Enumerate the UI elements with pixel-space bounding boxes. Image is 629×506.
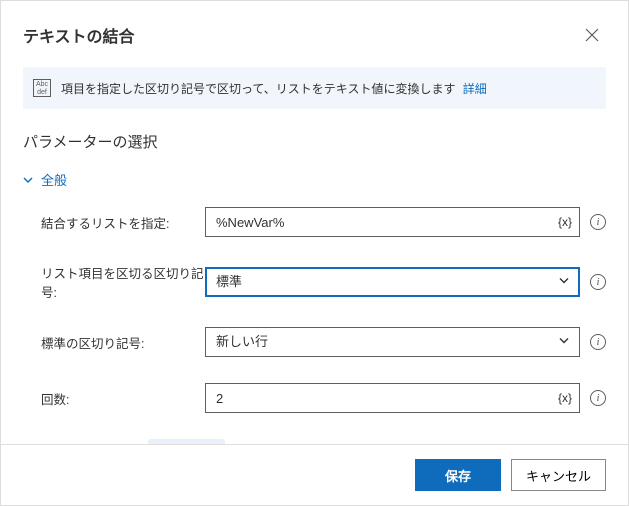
dialog-footer: 保存 キャンセル [1, 444, 628, 505]
help-icon[interactable]: i [590, 334, 606, 350]
general-label: 全般 [41, 170, 67, 189]
count-label: 回数: [41, 389, 205, 408]
general-section-toggle[interactable]: 全般 [23, 170, 606, 189]
dialog-title: テキストの結合 [23, 23, 135, 47]
list-to-join-input[interactable] [205, 207, 580, 237]
info-text: 項目を指定した区切り記号で区切って、リストをテキスト値に変換します 詳細 [61, 80, 487, 97]
count-input[interactable] [205, 383, 580, 413]
delimiter-type-select[interactable]: 標準 [205, 267, 580, 297]
save-button[interactable]: 保存 [415, 459, 501, 491]
close-icon [585, 28, 599, 42]
help-icon[interactable]: i [590, 214, 606, 230]
standard-delimiter-select[interactable]: 新しい行 [205, 327, 580, 357]
delimiter-type-label: リスト項目を区切る区切り記号: [41, 263, 205, 301]
info-banner: Abcdef 項目を指定した区切り記号で区切って、リストをテキスト値に変換します… [23, 67, 606, 109]
cancel-button[interactable]: キャンセル [511, 459, 606, 491]
close-button[interactable] [578, 21, 606, 49]
chevron-down-icon [23, 175, 33, 185]
help-icon[interactable]: i [590, 274, 606, 290]
abc-def-icon: Abcdef [33, 79, 51, 97]
help-icon[interactable]: i [590, 390, 606, 406]
list-to-join-label: 結合するリストを指定: [41, 213, 205, 232]
details-link[interactable]: 詳細 [463, 82, 487, 96]
param-section-header: パラメーターの選択 [23, 131, 606, 152]
standard-delimiter-label: 標準の区切り記号: [41, 333, 205, 352]
dialog-titlebar: テキストの結合 [23, 21, 606, 49]
